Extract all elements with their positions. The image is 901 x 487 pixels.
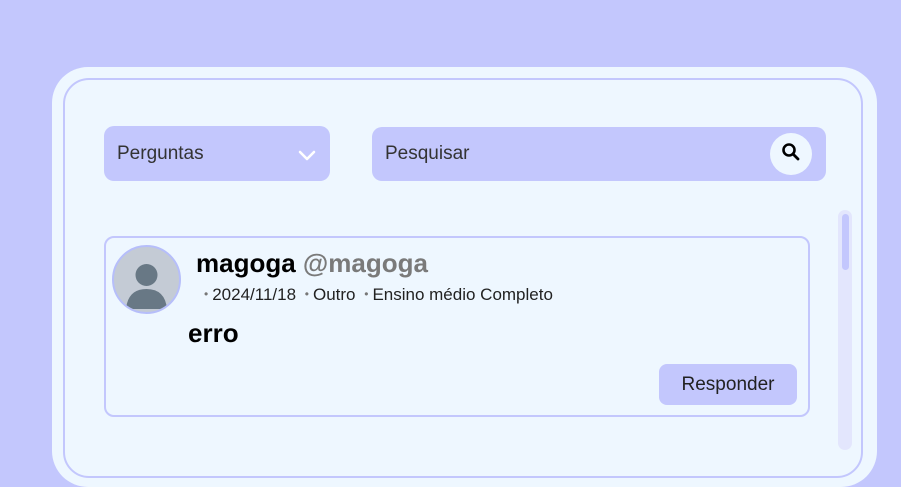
scrollbar-thumb[interactable] [842, 214, 849, 270]
post-author: magoga @magoga [196, 248, 428, 279]
search-button[interactable] [770, 133, 812, 175]
reply-button[interactable]: Responder [659, 364, 797, 405]
bullet-dot: • [364, 287, 369, 301]
search-input[interactable] [372, 127, 762, 181]
bullet-dot: • [204, 287, 209, 301]
author-name[interactable]: magoga [196, 248, 296, 278]
post-education: Ensino médio Completo [372, 285, 553, 304]
post-date: 2024/11/18 [212, 285, 297, 304]
post-meta: • 2024/11/18 • Outro • Ensino médio Complet… [200, 285, 553, 305]
search-bar [372, 127, 826, 181]
search-icon [781, 142, 801, 167]
user-avatar-icon[interactable] [112, 245, 181, 314]
bullet-dot: • [304, 287, 309, 301]
chevron-down-icon [298, 146, 316, 168]
post-title: erro [188, 318, 239, 348]
category-dropdown[interactable]: Perguntas [104, 126, 330, 181]
author-handle[interactable]: @magoga [303, 248, 428, 278]
post-gender: Outro [312, 285, 356, 304]
category-dropdown-label: Perguntas [117, 142, 204, 164]
